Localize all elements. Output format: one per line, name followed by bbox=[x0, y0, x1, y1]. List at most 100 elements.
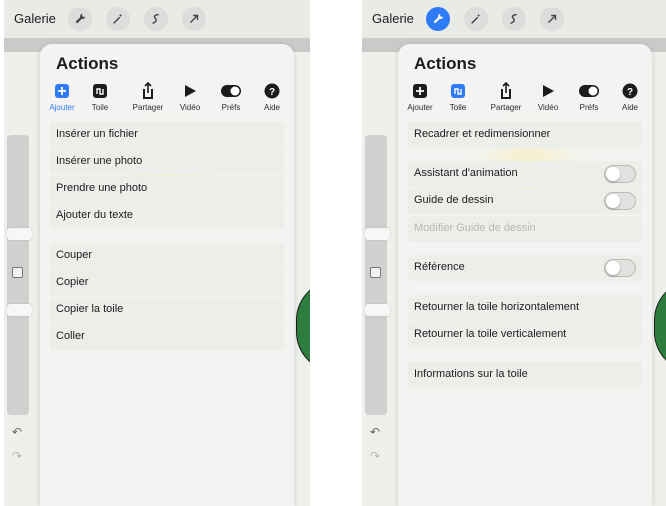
canvas-green-shape bbox=[296, 280, 310, 372]
panel-pointer bbox=[428, 44, 448, 54]
canvas-green-shape bbox=[654, 280, 666, 372]
brush-size-slider-thumb[interactable] bbox=[7, 228, 32, 240]
action-label: Insérer un fichier bbox=[56, 128, 138, 140]
action-label: Informations sur la toile bbox=[414, 368, 528, 380]
gallery-button[interactable]: Galerie bbox=[14, 11, 56, 26]
action-label: Coller bbox=[56, 330, 85, 342]
tab-label: Vidéo bbox=[537, 103, 559, 112]
modify-square-button[interactable] bbox=[370, 267, 381, 278]
gallery-button[interactable]: Galerie bbox=[372, 11, 414, 26]
tab-video[interactable]: Vidéo bbox=[526, 82, 570, 112]
toggle-icon bbox=[567, 82, 611, 100]
selection-icon[interactable] bbox=[502, 7, 526, 31]
action-take-photo[interactable]: Prendre une photo bbox=[50, 176, 284, 202]
action-flip-vertical[interactable]: Retourner la toile verticalement bbox=[408, 322, 642, 348]
transform-arrow-icon[interactable] bbox=[540, 7, 564, 31]
action-insert-file[interactable]: Insérer un fichier bbox=[50, 122, 284, 148]
action-label: Retourner la toile verticalement bbox=[414, 328, 567, 340]
action-label: Copier la toile bbox=[56, 303, 124, 315]
action-label: Assistant d'animation bbox=[414, 167, 518, 179]
drawing-guide-toggle[interactable] bbox=[604, 192, 636, 210]
selection-icon[interactable] bbox=[144, 7, 168, 31]
top-toolbar: Galerie bbox=[362, 0, 666, 38]
tab-label: Préfs bbox=[579, 103, 599, 112]
action-crop-resize[interactable]: Recadrer et redimensionner bbox=[408, 122, 642, 148]
action-label: Prendre une photo bbox=[56, 182, 148, 194]
panel-title: Actions bbox=[56, 54, 119, 73]
action-drawing-guide[interactable]: Guide de dessin bbox=[408, 188, 642, 214]
redo-icon[interactable]: ↷ bbox=[370, 449, 380, 463]
action-copy[interactable]: Copier bbox=[50, 270, 284, 296]
action-label: Ajouter du texte bbox=[56, 209, 134, 221]
wrench-icon[interactable] bbox=[68, 7, 92, 31]
modify-square-button[interactable] bbox=[12, 267, 23, 278]
transform-arrow-icon[interactable] bbox=[182, 7, 206, 31]
action-label: Couper bbox=[56, 249, 93, 261]
action-label: Insérer une photo bbox=[56, 155, 143, 167]
action-reference[interactable]: Référence bbox=[408, 255, 642, 281]
canvas-icon bbox=[78, 82, 122, 100]
help-icon: ? bbox=[250, 82, 294, 100]
svg-text:?: ? bbox=[269, 87, 275, 98]
actions-panel: Actions Ajouter Toile Partager Vidéo Pré… bbox=[40, 44, 294, 506]
tab-video[interactable]: Vidéo bbox=[168, 82, 212, 112]
wrench-icon[interactable] bbox=[426, 7, 450, 31]
svg-text:?: ? bbox=[627, 87, 633, 98]
action-label: Recadrer et redimensionner bbox=[414, 128, 551, 140]
tab-partager[interactable]: Partager bbox=[126, 82, 170, 112]
tab-aide[interactable]: ? Aide bbox=[608, 82, 652, 112]
action-flip-horizontal[interactable]: Retourner la toile horizontalement bbox=[408, 295, 642, 321]
redo-icon[interactable]: ↷ bbox=[12, 449, 22, 463]
left-screen: Galerie ↶ ↷ Actions Ajouter Toile Partag… bbox=[4, 0, 310, 506]
tab-label: Toile bbox=[91, 103, 109, 112]
canvas-icon bbox=[436, 82, 480, 100]
tab-aide[interactable]: ? Aide bbox=[250, 82, 294, 112]
tab-label: Partager bbox=[490, 103, 522, 112]
top-toolbar: Galerie bbox=[4, 0, 310, 38]
action-insert-photo[interactable]: Insérer une photo bbox=[50, 149, 284, 175]
action-label: Guide de dessin bbox=[414, 194, 494, 206]
share-icon bbox=[126, 82, 170, 100]
actions-tabs: Ajouter Toile Partager Vidéo Préfs ? Aid… bbox=[398, 82, 652, 118]
action-animation-assist[interactable]: Assistant d'animation bbox=[408, 161, 642, 187]
tab-label: Aide bbox=[263, 103, 280, 112]
actions-tabs: Ajouter Toile Partager Vidéo Préfs ? Aid… bbox=[40, 82, 294, 118]
undo-icon[interactable]: ↶ bbox=[12, 425, 22, 439]
action-label: Retourner la toile horizontalement bbox=[414, 301, 580, 313]
tab-partager[interactable]: Partager bbox=[484, 82, 528, 112]
tab-toile[interactable]: Toile bbox=[78, 82, 122, 112]
share-icon bbox=[484, 82, 528, 100]
action-label: Modifier Guide de dessin bbox=[414, 222, 536, 234]
magic-wand-icon[interactable] bbox=[464, 7, 488, 31]
animation-assist-toggle[interactable] bbox=[604, 165, 636, 183]
play-icon bbox=[168, 82, 212, 100]
undo-icon[interactable]: ↶ bbox=[370, 425, 380, 439]
action-copy-canvas[interactable]: Copier la toile bbox=[50, 297, 284, 323]
panel-title: Actions bbox=[414, 54, 477, 73]
tab-prefs[interactable]: Préfs bbox=[209, 82, 253, 112]
action-label: Copier bbox=[56, 276, 89, 288]
magic-wand-icon[interactable] bbox=[106, 7, 130, 31]
tab-prefs[interactable]: Préfs bbox=[567, 82, 611, 112]
tab-label: Partager bbox=[132, 103, 164, 112]
tab-toile[interactable]: Toile bbox=[436, 82, 480, 112]
action-add-text[interactable]: Ajouter du texte bbox=[50, 203, 284, 229]
action-edit-drawing-guide: Modifier Guide de dessin bbox=[408, 216, 642, 242]
action-label: Référence bbox=[414, 261, 465, 273]
action-paste[interactable]: Coller bbox=[50, 324, 284, 350]
action-canvas-info[interactable]: Informations sur la toile bbox=[408, 362, 642, 388]
toggle-knob bbox=[606, 194, 620, 208]
toggle-knob bbox=[606, 167, 620, 181]
panel-pointer bbox=[70, 44, 90, 54]
tab-label: Vidéo bbox=[179, 103, 201, 112]
help-icon: ? bbox=[608, 82, 652, 100]
reference-toggle[interactable] bbox=[604, 259, 636, 277]
opacity-slider-thumb[interactable] bbox=[7, 304, 32, 316]
toggle-icon bbox=[209, 82, 253, 100]
opacity-slider-thumb[interactable] bbox=[365, 304, 390, 316]
brush-size-slider-thumb[interactable] bbox=[365, 228, 390, 240]
tab-label: Aide bbox=[621, 103, 638, 112]
tab-label: Toile bbox=[449, 103, 467, 112]
actions-panel: Actions Ajouter Toile Partager Vidéo Pré… bbox=[398, 44, 652, 506]
action-cut[interactable]: Couper bbox=[50, 243, 284, 269]
